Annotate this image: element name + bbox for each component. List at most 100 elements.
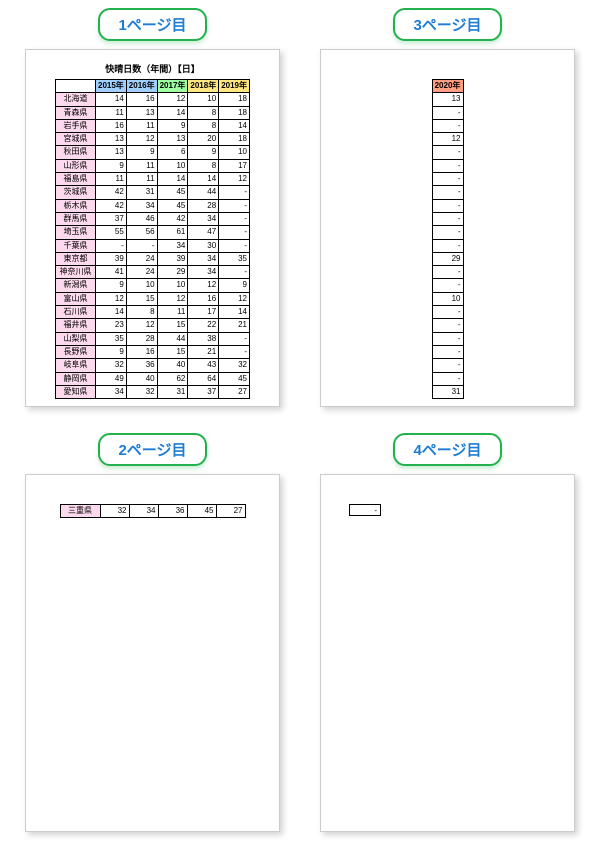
page2-cell: 2ページ目 三重県 32 34 36 45 27: [10, 433, 295, 848]
cell: 29: [432, 252, 463, 265]
cell: 15: [126, 292, 157, 305]
page4-sheet: -: [320, 474, 575, 832]
table-row: 岩手県16119814: [56, 119, 250, 132]
cell: 31: [432, 385, 463, 398]
cell: 38: [188, 332, 219, 345]
cell: 14: [157, 106, 188, 119]
cell: 49: [96, 372, 127, 385]
row-header: 新潟県: [56, 279, 96, 292]
cell: 21: [219, 319, 250, 332]
cell: -: [432, 239, 463, 252]
table-row: 山梨県35284438-: [56, 332, 250, 345]
cell: 24: [126, 266, 157, 279]
cell: 45: [157, 199, 188, 212]
cell: 11: [126, 159, 157, 172]
row-header: 三重県: [60, 505, 100, 518]
cell: 45: [157, 186, 188, 199]
table-row: -: [432, 226, 463, 239]
cell: 17: [219, 159, 250, 172]
cell: 39: [157, 252, 188, 265]
cell: -: [219, 199, 250, 212]
cell: 32: [126, 385, 157, 398]
cell: 20: [188, 133, 219, 146]
cell: 11: [96, 173, 127, 186]
cell: -: [432, 173, 463, 186]
cell: 16: [126, 345, 157, 358]
cell: 6: [157, 146, 188, 159]
table-row: 北海道1416121018: [56, 93, 250, 106]
row-header: 茨城県: [56, 186, 96, 199]
cell: 11: [126, 173, 157, 186]
cell: 11: [157, 306, 188, 319]
cell: -: [432, 266, 463, 279]
page4-label: 4ページ目: [393, 433, 501, 466]
cell: -: [432, 186, 463, 199]
cell: -: [219, 226, 250, 239]
table-row: 岐阜県3236404332: [56, 359, 250, 372]
row-header: 北海道: [56, 93, 96, 106]
cell: 55: [96, 226, 127, 239]
cell: 12: [219, 173, 250, 186]
cell: 9: [188, 146, 219, 159]
page3-sheet: 2020年 13--12--------29--10------31: [320, 49, 575, 407]
cell: 10: [126, 279, 157, 292]
cell: 9: [219, 279, 250, 292]
table-row: -: [432, 345, 463, 358]
cell: -: [432, 226, 463, 239]
cell: 46: [126, 212, 157, 225]
table-row: 新潟県91010129: [56, 279, 250, 292]
cell: 27: [216, 505, 245, 518]
cell: 18: [219, 106, 250, 119]
cell: 16: [188, 292, 219, 305]
cell: 36: [126, 359, 157, 372]
cell: 27: [219, 385, 250, 398]
table-row: 三重県 32 34 36 45 27: [60, 505, 245, 518]
page2-label: 2ページ目: [98, 433, 206, 466]
header-2018: 2018年: [188, 80, 219, 93]
cell: 10: [188, 93, 219, 106]
table-row: 長野県9161521-: [56, 345, 250, 358]
cell: 34: [188, 212, 219, 225]
cell: -: [432, 146, 463, 159]
table-row: -: [432, 146, 463, 159]
cell: 40: [157, 359, 188, 372]
cell: 10: [157, 159, 188, 172]
table-row: 埼玉県55566147-: [56, 226, 250, 239]
cell: 32: [219, 359, 250, 372]
table-row: -: [432, 119, 463, 132]
table-row: 青森県111314818: [56, 106, 250, 119]
cell: 37: [96, 212, 127, 225]
table-row: 29: [432, 252, 463, 265]
cell: 13: [96, 133, 127, 146]
cell: 14: [96, 306, 127, 319]
row-header: 福井県: [56, 319, 96, 332]
cell: 44: [188, 186, 219, 199]
cell: 28: [126, 332, 157, 345]
table-row: -: [432, 239, 463, 252]
cell: 14: [219, 119, 250, 132]
cell: 12: [157, 93, 188, 106]
row-header: 千葉県: [56, 239, 96, 252]
cell: 9: [96, 345, 127, 358]
table-row: -: [432, 319, 463, 332]
cell: 12: [157, 292, 188, 305]
table-row: 千葉県--3430-: [56, 239, 250, 252]
page1-cell: 1ページ目 快晴日数（年間）【日】 2015年 2016年 2017年 2018…: [10, 8, 295, 423]
cell: 9: [126, 146, 157, 159]
overflow-2020-cell: -: [349, 504, 381, 516]
cell: 10: [432, 292, 463, 305]
table-row: -: [432, 159, 463, 172]
cell: 11: [126, 119, 157, 132]
row-header: 石川県: [56, 306, 96, 319]
cell: 34: [157, 239, 188, 252]
cell: 12: [219, 292, 250, 305]
cell: 9: [96, 279, 127, 292]
row-header: 福島県: [56, 173, 96, 186]
cell: 13: [157, 133, 188, 146]
table-row: 群馬県37464234-: [56, 212, 250, 225]
cell: 34: [188, 266, 219, 279]
table-row: 愛知県3432313727: [56, 385, 250, 398]
col2020-table: 2020年 13--12--------29--10------31: [432, 79, 464, 399]
row-header: 長野県: [56, 345, 96, 358]
cell: -: [432, 279, 463, 292]
